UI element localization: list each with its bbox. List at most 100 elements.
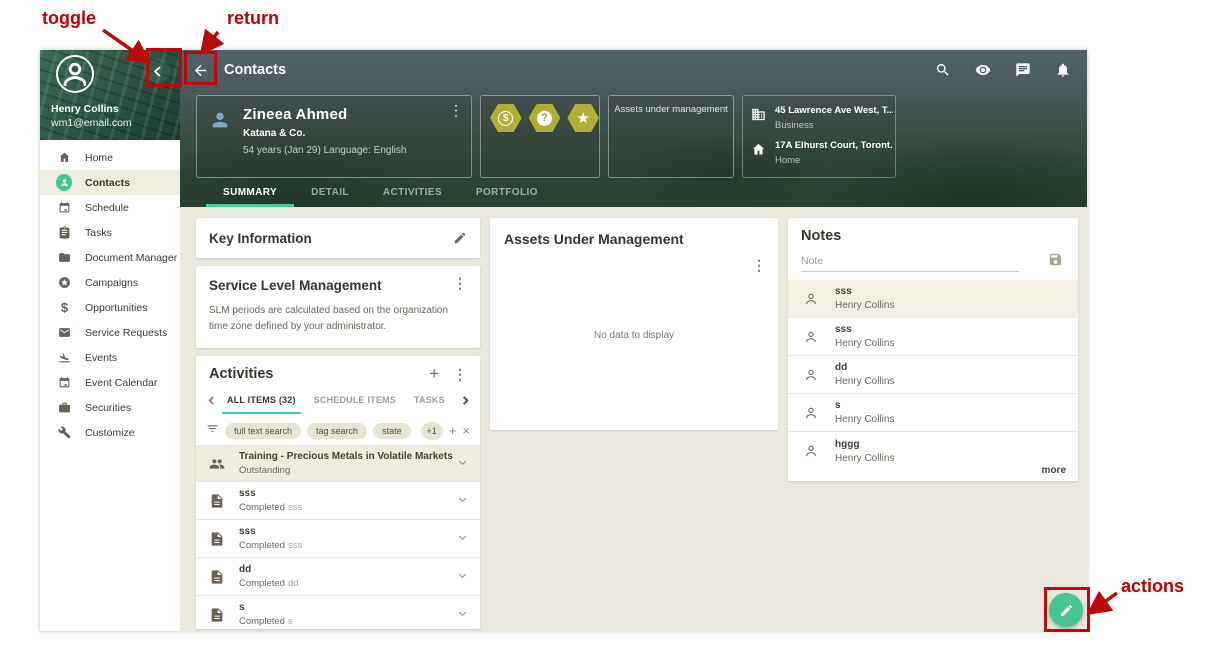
note-row[interactable]: sss Henry Collins: [788, 318, 1078, 356]
activity-row[interactable]: dd Completeddd: [196, 558, 480, 596]
actions-fab-button[interactable]: [1049, 593, 1083, 627]
wrench-icon: [57, 425, 72, 440]
note-author: Henry Collins: [835, 376, 894, 387]
annotation-toggle-label: toggle: [42, 8, 96, 29]
aum-title: Assets Under Management: [504, 231, 684, 247]
person-outline-icon: [803, 405, 819, 421]
slm-description: SLM periods are calculated based on the …: [209, 303, 467, 334]
notes-more-link[interactable]: more: [1042, 465, 1066, 476]
note-author: Henry Collins: [835, 300, 894, 311]
document-icon: [209, 569, 225, 585]
sidebar-item-home[interactable]: Home: [40, 145, 180, 170]
annotation-return-label: return: [227, 8, 279, 29]
tab-summary[interactable]: SUMMARY: [206, 178, 294, 207]
chevron-down-icon[interactable]: [457, 568, 468, 586]
pencil-icon: [1059, 603, 1074, 618]
sidebar-item-document-manager[interactable]: Document Manager: [40, 245, 180, 270]
activities-tab-tasks[interactable]: TASKS: [405, 384, 454, 416]
chat-icon[interactable]: [1013, 60, 1033, 80]
sidebar-item-event-calendar[interactable]: Event Calendar: [40, 370, 180, 395]
aum-kebab-menu-icon[interactable]: ⋮: [752, 260, 766, 270]
address-line: 45 Lawrence Ave West, T...: [775, 105, 893, 116]
sidebar-item-contacts[interactable]: Contacts: [40, 170, 180, 195]
address-home[interactable]: 17A Elhurst Court, Toront... Home: [751, 140, 887, 166]
chevron-down-icon[interactable]: [457, 492, 468, 510]
save-note-icon[interactable]: [1048, 252, 1063, 267]
key-information-card: Key Information: [196, 218, 480, 258]
question-badge-icon[interactable]: ?: [529, 104, 561, 132]
contact-kebab-menu-icon[interactable]: ⋮: [449, 104, 463, 116]
search-icon[interactable]: [933, 60, 953, 80]
aum-header-panel[interactable]: Assets under management: [608, 95, 734, 178]
add-filter-icon[interactable]: +: [449, 423, 457, 438]
sidebar-item-service-requests[interactable]: Service Requests: [40, 320, 180, 345]
tabs-scroll-right-icon[interactable]: [458, 396, 472, 405]
briefcase-icon: [57, 400, 72, 415]
activity-title: sss: [239, 526, 457, 537]
add-activity-icon[interactable]: +: [429, 367, 439, 381]
flight-icon: [57, 350, 72, 365]
tab-portfolio[interactable]: PORTFOLIO: [459, 178, 555, 207]
star-circle-icon: [57, 275, 72, 290]
sidebar-item-events[interactable]: Events: [40, 345, 180, 370]
slm-kebab-menu-icon[interactable]: ⋮: [453, 278, 467, 288]
activity-row[interactable]: sss Completedsss: [196, 520, 480, 558]
tabs-scroll-left-icon[interactable]: [204, 396, 218, 405]
aum-header-label: Assets under management: [614, 104, 728, 115]
clear-filters-icon[interactable]: ×: [462, 423, 470, 438]
chevron-down-icon[interactable]: [457, 455, 468, 473]
tab-activities[interactable]: ACTIVITIES: [366, 178, 459, 207]
sidebar-item-customize[interactable]: Customize: [40, 420, 180, 445]
filter-icon[interactable]: [206, 422, 219, 440]
sidebar-item-campaigns[interactable]: Campaigns: [40, 270, 180, 295]
back-button[interactable]: [188, 58, 212, 82]
filter-chip-state[interactable]: state: [373, 423, 411, 439]
note-title: dd: [835, 362, 894, 373]
chevron-down-icon[interactable]: [457, 530, 468, 548]
activity-row[interactable]: sss Completedsss: [196, 482, 480, 520]
toolbar: Contacts: [180, 50, 1087, 90]
activities-tab-schedule-items[interactable]: SCHEDULE ITEMS: [305, 384, 405, 416]
note-row[interactable]: sss Henry Collins: [788, 280, 1078, 318]
actions-arrow: [1092, 593, 1117, 611]
note-row[interactable]: s Henry Collins: [788, 394, 1078, 432]
sidebar-item-opportunities[interactable]: $ Opportunities: [40, 295, 180, 320]
sidebar-toggle-button[interactable]: [144, 58, 170, 84]
note-title: sss: [835, 324, 894, 335]
user-avatar[interactable]: [56, 55, 94, 93]
address-business[interactable]: 45 Lawrence Ave West, T... Business: [751, 105, 887, 131]
document-icon: [209, 607, 225, 623]
people-icon: [209, 456, 225, 472]
activity-title: Training - Precious Metals in Volatile M…: [239, 451, 457, 462]
activity-row[interactable]: Training - Precious Metals in Volatile M…: [196, 446, 480, 482]
bell-icon[interactable]: [1053, 60, 1073, 80]
note-row[interactable]: hggg Henry Collins: [788, 432, 1078, 470]
dollar-badge-icon[interactable]: $: [490, 104, 522, 132]
sidebar-item-securities[interactable]: Securities: [40, 395, 180, 420]
dollar-icon: $: [57, 300, 72, 315]
user-name: Henry Collins: [51, 103, 119, 115]
note-input[interactable]: [801, 250, 1019, 272]
chevron-down-icon[interactable]: [457, 606, 468, 624]
activities-tab-strip: ALL ITEMS (32) SCHEDULE ITEMS TASKS: [196, 384, 480, 416]
person-outline-icon: [803, 443, 819, 459]
key-information-title: Key Information: [209, 231, 312, 246]
tab-detail[interactable]: DETAIL: [294, 178, 366, 207]
filter-chip-tag-search[interactable]: tag search: [307, 423, 367, 439]
contact-summary-card[interactable]: Zineea Ahmed Katana & Co. 54 years (Jan …: [196, 95, 472, 178]
building-icon: [751, 107, 766, 123]
activities-tab-all-items[interactable]: ALL ITEMS (32): [218, 384, 305, 416]
activities-kebab-menu-icon[interactable]: ⋮: [453, 369, 467, 379]
activity-row[interactable]: s Completeds: [196, 596, 480, 629]
filter-chip-more-count[interactable]: +1: [421, 422, 443, 440]
person-outline-icon: [803, 367, 819, 383]
sidebar-item-tasks[interactable]: Tasks: [40, 220, 180, 245]
filter-chip-full-text-search[interactable]: full text search: [225, 423, 301, 439]
sidebar-item-schedule[interactable]: Schedule: [40, 195, 180, 220]
star-badge-icon[interactable]: ★: [567, 104, 599, 132]
sidebar: Henry Collins wm1@email.com Home Contact…: [40, 50, 180, 631]
eye-icon[interactable]: [973, 60, 993, 80]
edit-pencil-icon[interactable]: [453, 231, 467, 245]
contact-tabs: SUMMARY DETAIL ACTIVITIES PORTFOLIO: [206, 178, 555, 207]
note-row[interactable]: dd Henry Collins: [788, 356, 1078, 394]
